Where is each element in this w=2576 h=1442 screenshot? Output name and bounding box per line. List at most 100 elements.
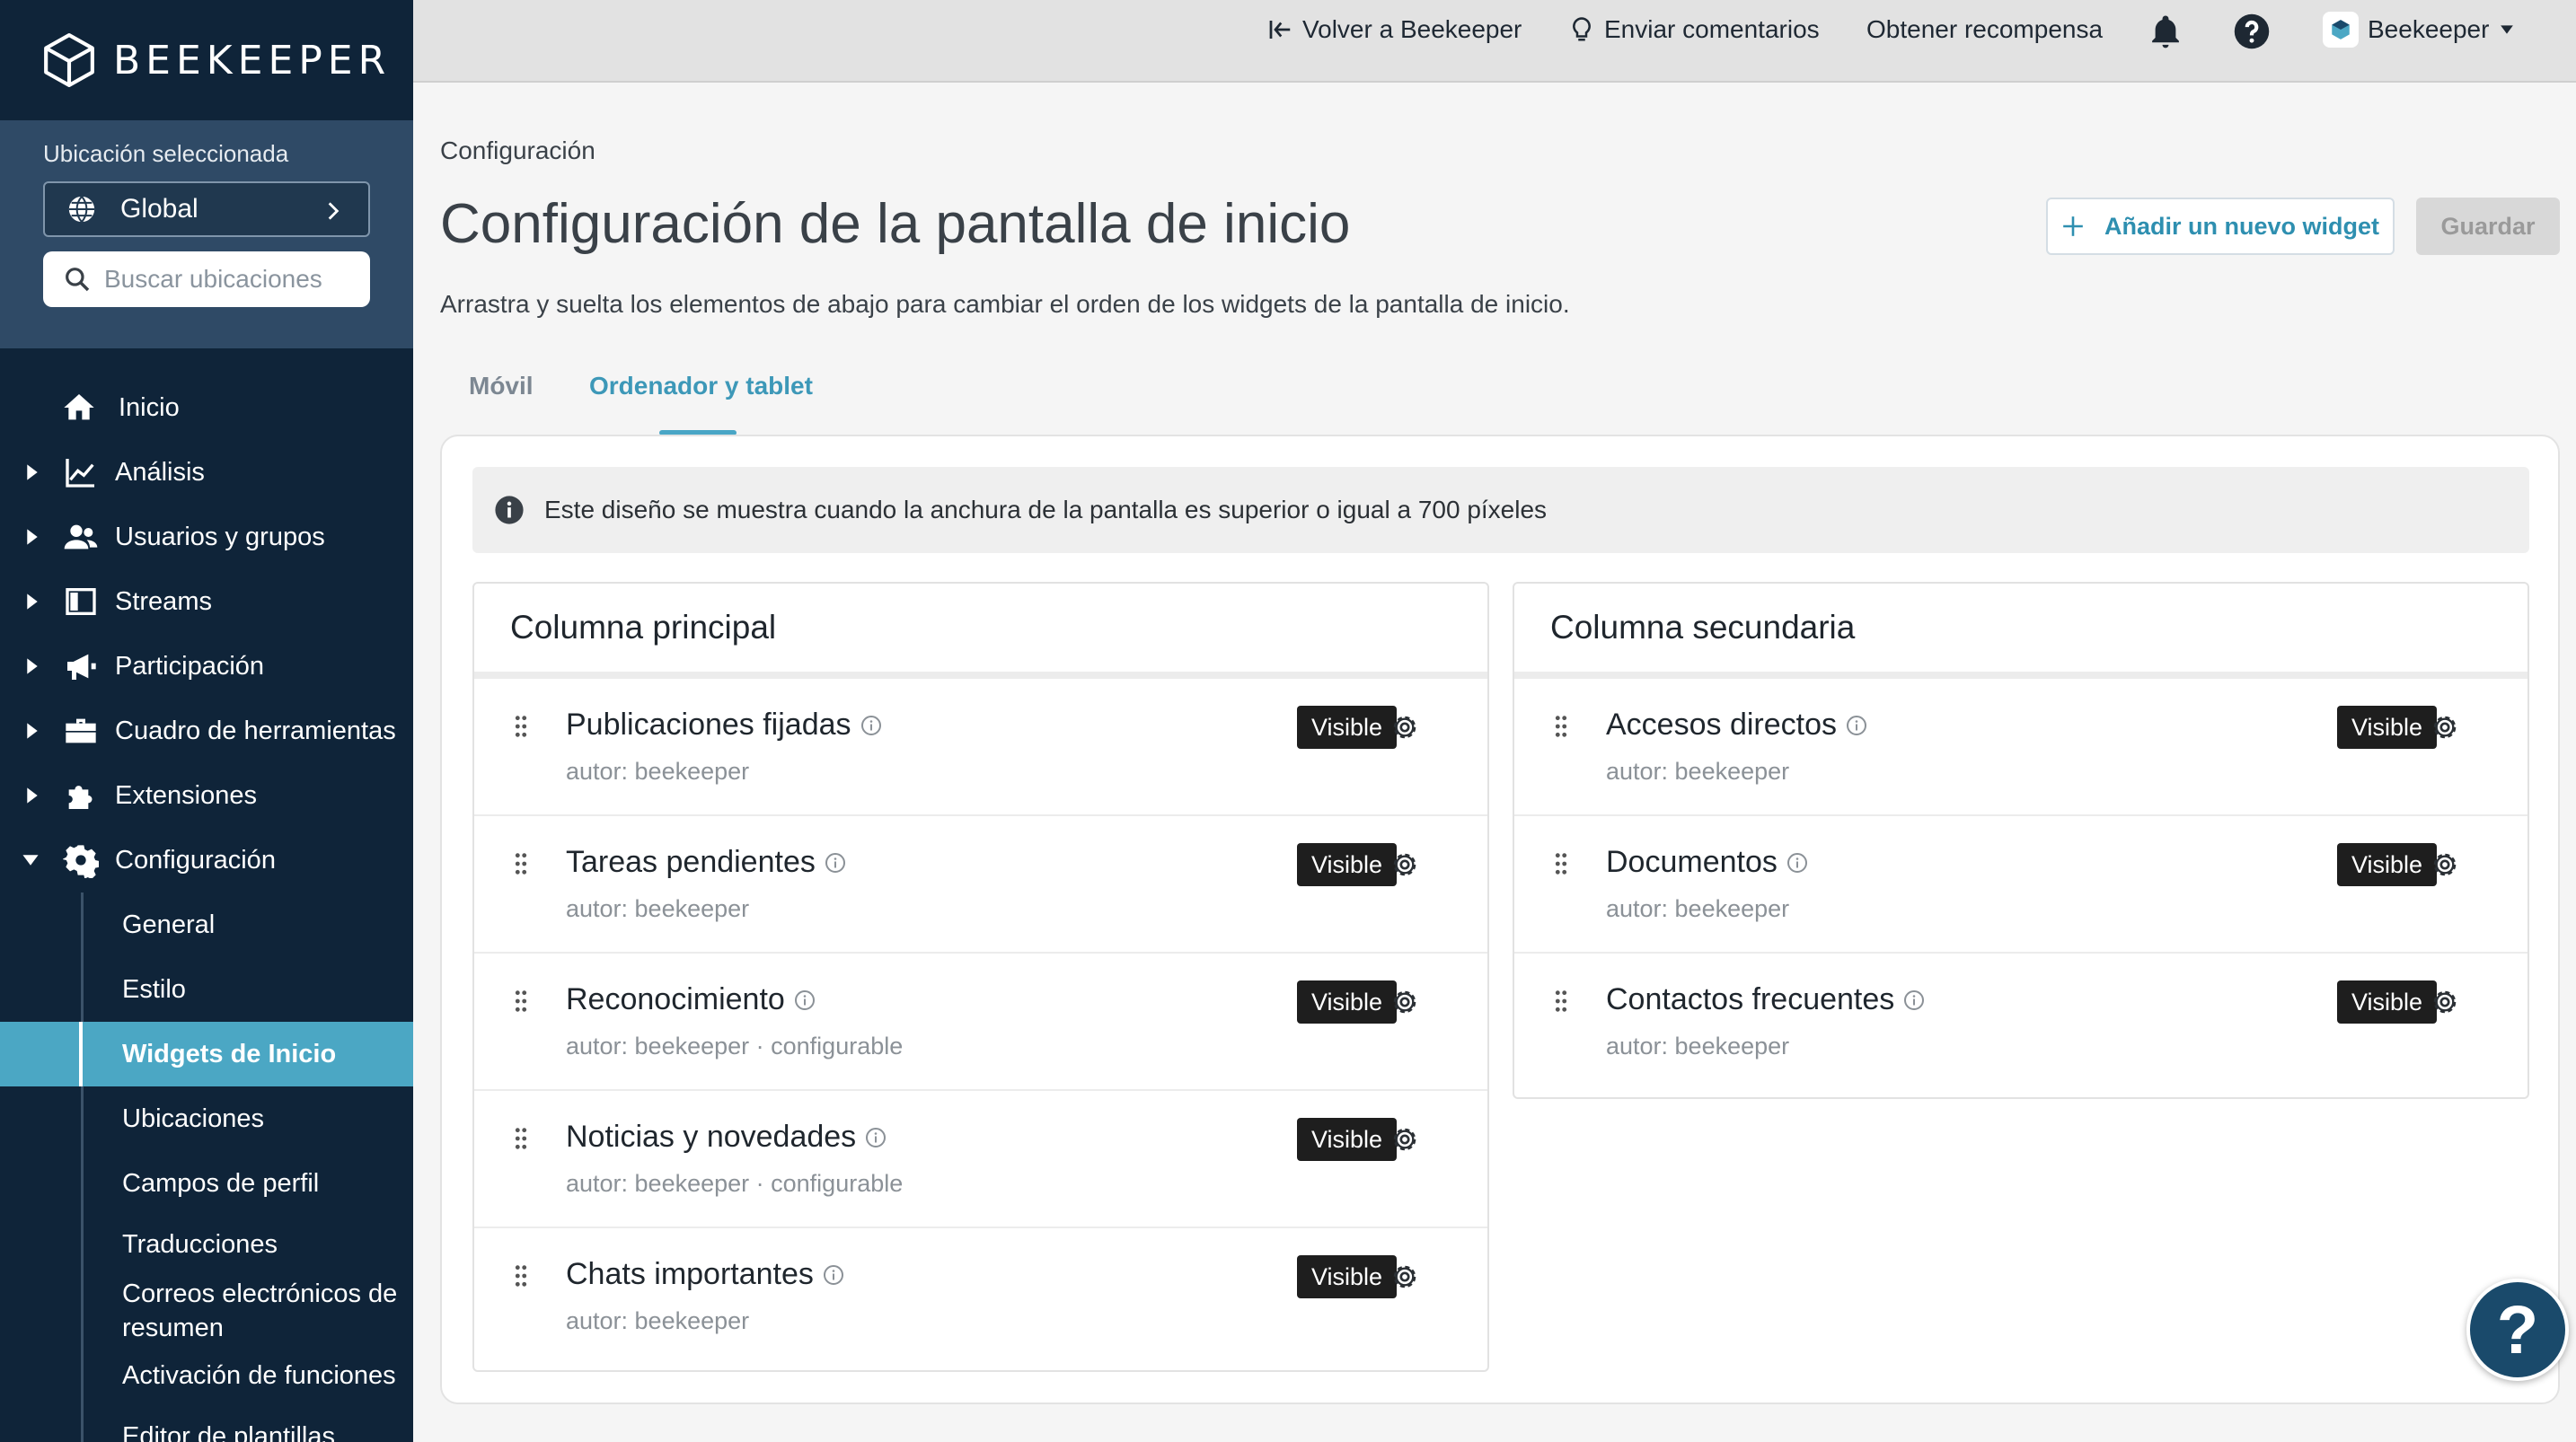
widget-title: Publicaciones fijadas (566, 708, 851, 742)
visibility-badge[interactable]: Visible (1297, 980, 1398, 1024)
breadcrumb[interactable]: Configuración (440, 136, 595, 165)
widget-title: Tareas pendientes (566, 845, 816, 879)
brand-logo[interactable]: BEEKEEPER (0, 0, 413, 120)
widget-title-wrap: Accesos directos (1606, 708, 1867, 743)
widget-row[interactable]: Contactos frecuentes autor: beekeeper Vi… (1514, 954, 2527, 1091)
nav-item-herramientas[interactable]: Cuadro de herramientas (0, 699, 413, 763)
visibility-badge[interactable]: Visible (1297, 1118, 1398, 1161)
drag-handle-icon[interactable] (514, 989, 528, 1013)
sub-item-traducciones[interactable]: Traducciones (0, 1216, 413, 1273)
drag-handle-icon[interactable] (514, 1264, 528, 1288)
widget-settings-gear-icon[interactable] (1389, 1261, 1421, 1293)
info-circle-icon[interactable] (1846, 715, 1867, 736)
reward-link[interactable]: Obtener recompensa (1866, 0, 2103, 59)
back-label: Volver a Beekeeper (1302, 15, 1522, 43)
account-menu[interactable]: Beekeeper (2323, 0, 2514, 59)
visibility-badge[interactable]: Visible (1297, 843, 1398, 886)
nav-item-streams[interactable]: Streams (0, 569, 413, 634)
info-banner: Este diseño se muestra cuando la anchura… (472, 467, 2529, 553)
info-circle-icon[interactable] (823, 1264, 844, 1286)
visibility-badge[interactable]: Visible (1297, 706, 1398, 749)
widget-settings-gear-icon[interactable] (1389, 986, 1421, 1018)
main-column: Columna principal Publicaciones fijadas … (472, 582, 1489, 1372)
widget-title: Accesos directos (1606, 708, 1837, 742)
widget-settings-gear-icon[interactable] (1389, 848, 1421, 881)
drag-handle-icon[interactable] (1554, 715, 1568, 738)
info-circle-icon[interactable] (865, 1127, 887, 1148)
sub-item-widgets-de-inicio[interactable]: Widgets de Inicio (0, 1022, 413, 1086)
top-bar: Volver a Beekeeper Enviar comentarios Ob… (413, 0, 2576, 83)
visibility-badge[interactable]: Visible (2337, 843, 2438, 886)
tab-movil[interactable]: Móvil (469, 372, 534, 400)
sidebar: BEEKEEPER Ubicación seleccionada Global (0, 0, 413, 1442)
add-widget-label: Añadir un nuevo widget (2104, 212, 2379, 240)
widget-title-wrap: Publicaciones fijadas (566, 708, 882, 743)
home-icon (64, 394, 94, 420)
widget-settings-gear-icon[interactable] (1389, 711, 1421, 743)
caret-right-icon (27, 464, 38, 480)
info-circle-icon[interactable] (794, 989, 816, 1011)
sub-item-estilo[interactable]: Estilo (0, 957, 413, 1022)
widget-title: Noticias y novedades (566, 1120, 857, 1154)
feedback-link[interactable]: Enviar comentarios (1568, 0, 1820, 59)
widget-row[interactable]: Reconocimiento autor: beekeeper · config… (474, 954, 1487, 1091)
nav-item-label: Participación (115, 651, 265, 681)
widget-title-wrap: Documentos (1606, 845, 1808, 880)
caret-down-icon (22, 855, 39, 866)
widget-title-wrap: Contactos frecuentes (1606, 982, 1925, 1017)
visibility-badge[interactable]: Visible (1297, 1255, 1398, 1298)
add-widget-button[interactable]: Añadir un nuevo widget (2046, 198, 2395, 255)
gear-icon (63, 845, 99, 878)
info-circle-icon[interactable] (1786, 852, 1808, 874)
nav-item-participacion[interactable]: Participación (0, 634, 413, 699)
widget-title: Contactos frecuentes (1606, 982, 1895, 1016)
sub-item-ubicaciones[interactable]: Ubicaciones (0, 1086, 413, 1151)
widget-row[interactable]: Accesos directos autor: beekeeper Visibl… (1514, 679, 2527, 816)
sub-item-campos-de-perfil[interactable]: Campos de perfil (0, 1151, 413, 1216)
widget-row[interactable]: Tareas pendientes autor: beekeeper Visib… (474, 816, 1487, 954)
back-link[interactable]: Volver a Beekeeper (1266, 0, 1522, 59)
sub-item-editor-plantillas[interactable]: Editor de plantillas (0, 1404, 413, 1442)
widget-settings-gear-icon[interactable] (1389, 1123, 1421, 1156)
tab-ordenador-y-tablet[interactable]: Ordenador y tablet (589, 372, 813, 400)
location-search[interactable] (43, 251, 370, 307)
info-circle-icon[interactable] (860, 715, 882, 736)
info-circle-icon[interactable] (825, 852, 846, 874)
widget-row[interactable]: Publicaciones fijadas autor: beekeeper V… (474, 679, 1487, 816)
sub-item-correos-resumen[interactable]: Correos electrónicos de resumen (0, 1273, 413, 1347)
save-button[interactable]: Guardar (2416, 198, 2560, 255)
widget-meta: autor: beekeeper (1606, 1033, 1790, 1060)
bell-icon[interactable] (2147, 13, 2184, 50)
widget-settings-gear-icon[interactable] (2429, 986, 2461, 1018)
location-label: Ubicación seleccionada (43, 140, 289, 167)
puzzle-icon (68, 786, 93, 809)
widget-row[interactable]: Documentos autor: beekeeper Visible (1514, 816, 2527, 954)
info-circle-icon[interactable] (1903, 989, 1925, 1011)
widget-settings-gear-icon[interactable] (2429, 711, 2461, 743)
visibility-badge[interactable]: Visible (2337, 980, 2438, 1024)
sidebar-nav: Inicio Análisis Usuarios y grupos Stream… (0, 375, 413, 1442)
drag-handle-icon[interactable] (1554, 852, 1568, 875)
sub-item-general[interactable]: General (0, 892, 413, 957)
widget-row[interactable]: Chats importantes autor: beekeeper Visib… (474, 1228, 1487, 1366)
nav-item-extensiones[interactable]: Extensiones (0, 763, 413, 828)
help-circle-icon[interactable] (2233, 13, 2271, 50)
nav-item-label: Configuración (115, 845, 276, 875)
nav-item-inicio[interactable]: Inicio (0, 375, 413, 440)
location-search-input[interactable] (104, 265, 347, 294)
visibility-badge[interactable]: Visible (2337, 706, 2438, 749)
nav-item-usuarios[interactable]: Usuarios y grupos (0, 505, 413, 569)
nav-item-label: Usuarios y grupos (115, 522, 325, 551)
drag-handle-icon[interactable] (514, 1127, 528, 1150)
drag-handle-icon[interactable] (1554, 989, 1568, 1013)
nav-item-configuracion[interactable]: Configuración (0, 828, 413, 892)
help-fab-button[interactable]: ? (2466, 1279, 2569, 1381)
drag-handle-icon[interactable] (514, 852, 528, 875)
widget-settings-gear-icon[interactable] (2429, 848, 2461, 881)
location-select[interactable]: Global (43, 181, 370, 237)
drag-handle-icon[interactable] (514, 715, 528, 738)
sub-item-activacion-funciones[interactable]: Activación de funciones (0, 1347, 413, 1404)
megaphone-icon (67, 654, 96, 680)
nav-item-analisis[interactable]: Análisis (0, 440, 413, 505)
widget-row[interactable]: Noticias y novedades autor: beekeeper · … (474, 1091, 1487, 1228)
